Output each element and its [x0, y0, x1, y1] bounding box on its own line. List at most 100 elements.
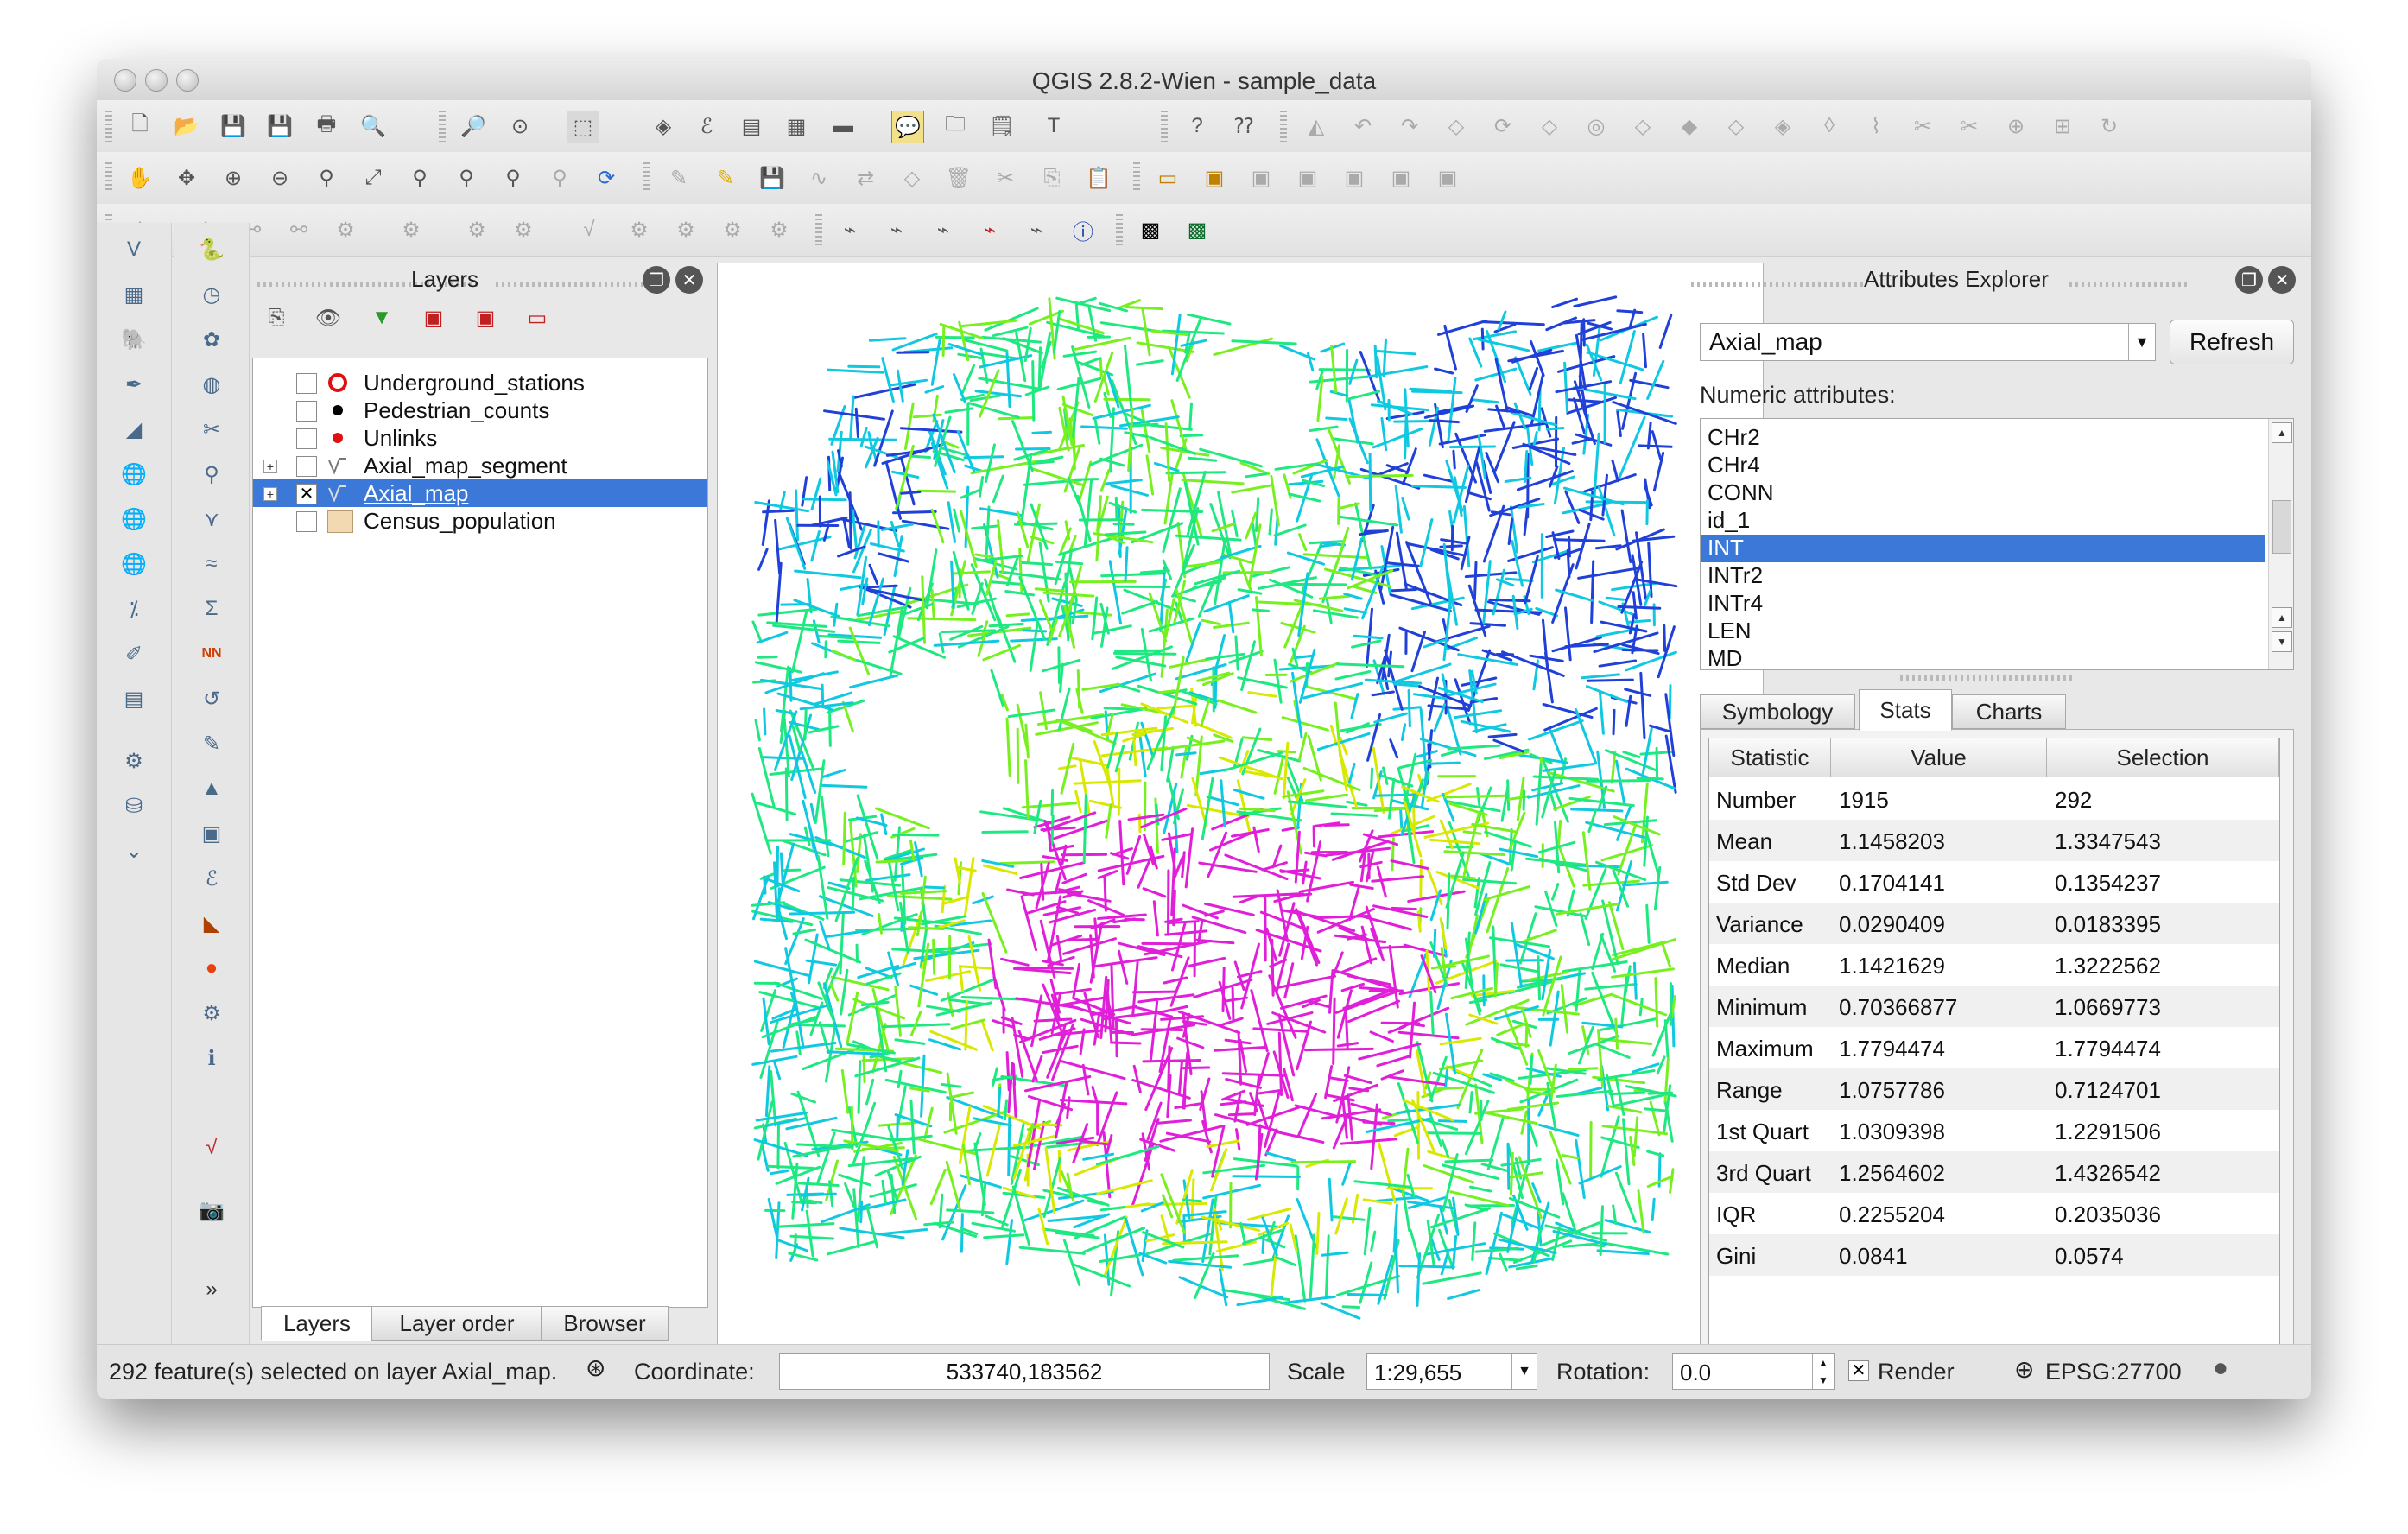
- layer-checkbox[interactable]: [296, 456, 317, 477]
- list-scrollbar[interactable]: ▲ ▲ ▼: [2268, 419, 2293, 669]
- print-composer-icon[interactable]: 🖶: [311, 111, 342, 142]
- bookmark-icon[interactable]: 🗀: [940, 111, 971, 142]
- graph-tool-icon[interactable]: √: [193, 1130, 230, 1166]
- scroll-down-icon[interactable]: ▼: [2272, 631, 2292, 652]
- cut-features-icon[interactable]: ✂: [990, 162, 1021, 193]
- axial-icon[interactable]: ⚙: [396, 214, 427, 245]
- toolbar-grip[interactable]: [643, 162, 650, 193]
- zoom-actual-icon[interactable]: ⚲: [311, 162, 342, 193]
- tab-charts[interactable]: Charts: [1952, 694, 2066, 729]
- advanced-edit-icon[interactable]: ◇: [1441, 111, 1472, 142]
- zoom-last-icon[interactable]: ⚲: [497, 162, 529, 193]
- zoom-selection-icon[interactable]: ⚲: [404, 162, 435, 193]
- tab-browser[interactable]: Browser: [541, 1306, 669, 1341]
- layer-checkbox[interactable]: [296, 401, 317, 422]
- new-shapefile-icon[interactable]: ✐: [116, 636, 152, 672]
- zoom-in-icon[interactable]: ⊕: [218, 162, 249, 193]
- graph3-icon[interactable]: ⚙: [717, 214, 748, 245]
- list-item[interactable]: INTr4: [1701, 590, 2265, 618]
- node-split-icon[interactable]: ⌁: [974, 214, 1005, 245]
- collapse-icon[interactable]: ⌄: [116, 833, 152, 869]
- reshape-icon[interactable]: ◊: [1814, 111, 1845, 142]
- toolbar-grip[interactable]: [1133, 162, 1140, 193]
- qr-tool-2-icon[interactable]: ▩: [1182, 214, 1213, 245]
- simplify-icon[interactable]: ◇: [1534, 111, 1565, 142]
- render-checkbox[interactable]: ✕: [1848, 1360, 1869, 1381]
- visibility-icon[interactable]: 👁: [313, 302, 344, 333]
- statistics-icon[interactable]: ▦: [781, 111, 812, 142]
- zoom-next-icon[interactable]: ⚲: [544, 162, 575, 193]
- toolbar-grip[interactable]: [105, 162, 112, 193]
- database-icon[interactable]: ⛁: [116, 788, 152, 824]
- new-spatialite-icon[interactable]: ▤: [116, 681, 152, 717]
- add-wms-layer-icon[interactable]: 🌐: [116, 456, 152, 492]
- crs-globe-icon[interactable]: ⊕: [2014, 1355, 2034, 1384]
- zoom-layer-icon[interactable]: ⚲: [451, 162, 482, 193]
- node-move-icon[interactable]: ⌁: [881, 214, 912, 245]
- remove-layer-icon[interactable]: ▭: [522, 302, 553, 333]
- segment-icon[interactable]: ⚙: [330, 214, 361, 245]
- messages-icon[interactable]: ●: [2213, 1353, 2228, 1383]
- float-panel-icon[interactable]: ❐: [2235, 266, 2263, 294]
- graph-icon[interactable]: ⚙: [624, 214, 655, 245]
- toolbar-grip[interactable]: [1280, 111, 1287, 142]
- tools-icon[interactable]: ✂: [193, 411, 230, 447]
- list-item-selected[interactable]: INT: [1701, 535, 2265, 562]
- map-canvas[interactable]: [717, 263, 1764, 1347]
- identify-icon[interactable]: 🔎: [458, 111, 489, 142]
- tab-stats[interactable]: Stats: [1859, 689, 1952, 731]
- toggle-editing-icon[interactable]: ✎: [710, 162, 741, 193]
- pencil-icon[interactable]: ✎: [193, 726, 230, 762]
- list-item[interactable]: LEN: [1701, 618, 2265, 645]
- field-calculator-icon[interactable]: ℰ: [691, 111, 722, 142]
- rotation-spinbox[interactable]: 0.0 ▲ ▼: [1672, 1353, 1835, 1390]
- add-spatialite-layer-icon[interactable]: ✒: [116, 366, 152, 403]
- select-features-icon[interactable]: ⬚: [567, 111, 599, 143]
- expand-all-icon[interactable]: ▣: [418, 302, 449, 333]
- reproject-icon[interactable]: ↺: [193, 681, 230, 717]
- scroll-up-icon[interactable]: ▲: [2272, 607, 2292, 628]
- copy-features-icon[interactable]: ⎘: [1036, 162, 1068, 193]
- pan-icon[interactable]: ✋: [124, 162, 155, 193]
- digitize-disabled-icon[interactable]: ◭: [1301, 111, 1332, 142]
- layer-select[interactable]: Axial_map ▼: [1700, 323, 2156, 361]
- layer-row-pedestrian-counts[interactable]: Pedestrian_counts: [253, 396, 707, 424]
- map-tips-icon[interactable]: 💬: [891, 111, 924, 143]
- whats-this-icon[interactable]: ⁇: [1228, 111, 1259, 142]
- add-wfs-layer-icon[interactable]: 🌐: [116, 546, 152, 582]
- heatmap-icon[interactable]: ◍: [193, 366, 230, 403]
- redo-icon[interactable]: ↷: [1394, 111, 1425, 142]
- qr-tool-icon[interactable]: ▩: [1135, 214, 1166, 245]
- scroll-thumb[interactable]: [2272, 500, 2291, 554]
- ref-icon[interactable]: ●: [193, 950, 230, 986]
- scroll-up-icon[interactable]: ▲: [2272, 422, 2292, 443]
- column-header-selection[interactable]: Selection: [2047, 738, 2279, 777]
- close-panel-icon[interactable]: ✕: [675, 266, 703, 294]
- tab-layer-order[interactable]: Layer order: [371, 1306, 542, 1341]
- catchment-icon[interactable]: ⚙: [508, 214, 539, 245]
- crs-label[interactable]: EPSG:27700: [2045, 1359, 2182, 1385]
- tab-symbology[interactable]: Symbology: [1700, 694, 1855, 729]
- layer-row-census-population[interactable]: Census_population: [253, 507, 707, 535]
- node-tool-icon[interactable]: ◇: [897, 162, 928, 193]
- georeferencer-icon[interactable]: ✿: [193, 321, 230, 358]
- epsilon-icon[interactable]: ℰ: [193, 860, 230, 897]
- rotate-icon[interactable]: ⟳: [1487, 111, 1518, 142]
- node-info-icon[interactable]: ⓘ: [1068, 214, 1099, 245]
- add-part-icon[interactable]: ◇: [1627, 111, 1658, 142]
- collapse-all-icon[interactable]: ▣: [470, 302, 501, 333]
- gears-icon[interactable]: ⚙: [193, 995, 230, 1031]
- camera-icon[interactable]: 📷: [193, 1192, 230, 1228]
- column-header-statistic[interactable]: Statistic: [1709, 738, 1831, 777]
- list-item[interactable]: CHr2: [1701, 424, 2265, 452]
- add-delimited-text-icon[interactable]: ⁒: [116, 591, 152, 627]
- node-graph-icon[interactable]: ⋎: [193, 501, 230, 537]
- merge-attributes-icon[interactable]: ⊞: [2047, 111, 2078, 142]
- current-edits-icon[interactable]: ✎: [663, 162, 694, 193]
- layer-row-unlinks[interactable]: Unlinks: [253, 424, 707, 452]
- show-hide-label-icon[interactable]: ▣: [1292, 162, 1323, 193]
- nn-join-icon[interactable]: NN: [193, 636, 230, 672]
- float-panel-icon[interactable]: ❐: [643, 266, 670, 294]
- filter-legend-icon[interactable]: ▼: [366, 302, 397, 333]
- offset-curve-icon[interactable]: ⌇: [1860, 111, 1892, 142]
